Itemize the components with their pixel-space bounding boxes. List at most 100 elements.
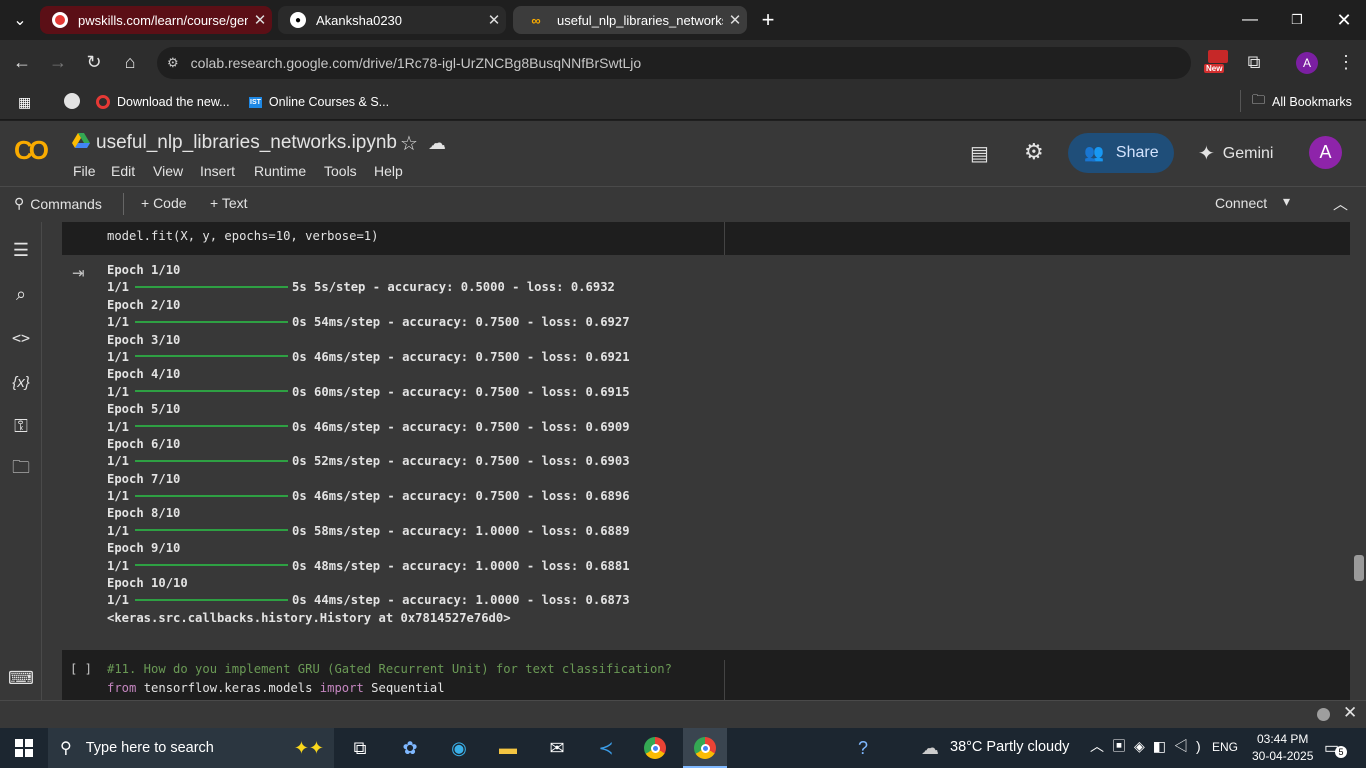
menu-runtime[interactable]: Runtime bbox=[254, 163, 306, 179]
apps-grid-icon[interactable]: ▦ bbox=[18, 94, 31, 111]
browser-menu-icon[interactable]: ⋮ bbox=[1334, 50, 1358, 74]
site-info-icon[interactable]: ⚙ bbox=[167, 55, 179, 71]
share-button[interactable]: 👥 Share bbox=[1068, 133, 1174, 173]
profile-avatar[interactable]: A bbox=[1296, 52, 1318, 74]
code-snippets-icon[interactable]: <> bbox=[8, 325, 34, 351]
chrome-icon bbox=[694, 737, 716, 759]
weather-icon[interactable]: ☁ bbox=[914, 734, 946, 762]
chrome-active-taskbar-item[interactable] bbox=[683, 728, 727, 768]
colab-logo[interactable]: CO bbox=[14, 135, 49, 166]
epoch-header-line: Epoch 1/10 bbox=[107, 263, 181, 277]
files-folder-icon[interactable]: 🗀 bbox=[8, 457, 34, 483]
training-progress-line: 1/1 0s 52ms/step - accuracy: 0.7500 - los… bbox=[107, 454, 630, 469]
home-icon[interactable]: ⌂ bbox=[118, 50, 142, 74]
clock[interactable]: 03:44 PM 30-04-2025 bbox=[1252, 732, 1313, 763]
system-tray-icons[interactable]: ︿▣◈◧◁) bbox=[1090, 736, 1209, 756]
weather-text[interactable]: 38°C Partly cloudy bbox=[950, 739, 1069, 755]
bookmark-online-courses[interactable]: IST Online Courses & S... bbox=[249, 92, 389, 112]
edge-icon[interactable]: ◉ bbox=[443, 734, 475, 762]
mail-icon[interactable]: ✉ bbox=[541, 734, 573, 762]
google-drive-icon[interactable] bbox=[72, 133, 90, 151]
code-cell-previous[interactable]: model.fit(X, y, epochs=10, verbose=1) bbox=[62, 222, 1350, 255]
new-tab-button[interactable]: + bbox=[756, 7, 780, 32]
notification-icon[interactable]: ▭ 5 bbox=[1324, 738, 1347, 758]
star-icon[interactable]: ☆ bbox=[400, 131, 418, 156]
commands-button[interactable]: ⚲ Commands bbox=[14, 195, 102, 212]
extension-new-icon[interactable]: New bbox=[1204, 50, 1230, 76]
browser-tab[interactable]: pwskills.com/learn/course/gena ✕ bbox=[40, 6, 272, 34]
restore-icon[interactable]: ❐ bbox=[1285, 8, 1309, 32]
menu-edit[interactable]: Edit bbox=[111, 163, 135, 179]
collapse-header-icon[interactable]: ︿ bbox=[1333, 193, 1348, 214]
notebook-scrollbar-thumb[interactable] bbox=[1354, 555, 1364, 581]
colab-toolbar: ⚲ Commands + Code + Text Connect ▾ ︿ bbox=[0, 186, 1366, 222]
epoch-header-line: Epoch 7/10 bbox=[107, 471, 181, 486]
all-bookmarks[interactable]: 🗀 All Bookmarks bbox=[1252, 92, 1352, 112]
find-replace-icon[interactable]: ⌕ bbox=[8, 281, 34, 307]
terminal-icon[interactable]: ⌨ bbox=[8, 665, 34, 691]
add-code-button[interactable]: + Code bbox=[141, 195, 187, 211]
windows-start-icon[interactable] bbox=[8, 734, 40, 762]
colab-icon: ∞ bbox=[531, 12, 541, 28]
connect-button[interactable]: Connect bbox=[1215, 195, 1267, 211]
task-view-icon[interactable]: ⧉ bbox=[344, 734, 376, 762]
search-icon: ⚲ bbox=[14, 195, 25, 211]
tab-title: useful_nlp_libraries_networks.ip bbox=[557, 12, 723, 28]
tab-close-icon[interactable]: ✕ bbox=[482, 11, 506, 29]
cloud-saved-icon[interactable]: ☁ bbox=[428, 133, 446, 154]
menu-help[interactable]: Help bbox=[374, 163, 403, 179]
training-progress-line: 1/1 0s 54ms/step - accuracy: 0.7500 - los… bbox=[107, 315, 630, 330]
opera-icon bbox=[96, 95, 110, 109]
code-cell-gru[interactable]: [ ] #11. How do you implement GRU (Gated… bbox=[62, 650, 1350, 700]
menu-view[interactable]: View bbox=[153, 163, 183, 179]
gemini-button[interactable]: ✦ Gemini bbox=[1198, 141, 1273, 166]
connect-dropdown-icon[interactable]: ▾ bbox=[1283, 193, 1290, 210]
bookmark-download[interactable]: Download the new... bbox=[96, 92, 230, 112]
file-explorer-icon[interactable]: ▬ bbox=[492, 734, 524, 762]
windows-taskbar: ⚲ Type here to search ✦✦ ⧉ ✿ ◉ ▬ ✉ ≺ ? ☁… bbox=[0, 728, 1366, 768]
menu-file[interactable]: File bbox=[73, 163, 96, 179]
run-cell-indicator[interactable]: [ ] bbox=[70, 662, 92, 676]
output-actions-icon[interactable]: ⇥ bbox=[72, 264, 85, 282]
chrome-icon[interactable] bbox=[639, 734, 671, 762]
close-window-icon[interactable]: ✕ bbox=[1332, 8, 1356, 32]
progress-bar bbox=[135, 320, 289, 323]
vscode-icon[interactable]: ≺ bbox=[590, 734, 622, 762]
menu-tools[interactable]: Tools bbox=[324, 163, 357, 179]
user-avatar[interactable]: A bbox=[1309, 136, 1342, 169]
settings-gear-icon[interactable]: ⚙ bbox=[1024, 139, 1044, 165]
language-indicator[interactable]: ENG bbox=[1212, 740, 1238, 754]
secrets-key-icon[interactable]: ⚿ bbox=[8, 413, 34, 439]
tab-search-chevron-icon[interactable]: ⌄ bbox=[8, 8, 32, 32]
reload-icon[interactable]: ↻ bbox=[82, 50, 106, 74]
progress-bar bbox=[135, 564, 289, 567]
table-of-contents-icon[interactable]: ☰ bbox=[8, 237, 34, 263]
back-icon[interactable]: ← bbox=[10, 50, 34, 74]
extensions-icon[interactable]: ⧉ bbox=[1242, 50, 1266, 74]
browser-tab[interactable]: ● Akanksha0230 ✕ bbox=[278, 6, 506, 34]
training-progress-line: 1/1 0s 46ms/step - accuracy: 0.7500 - los… bbox=[107, 489, 630, 504]
copilot-icon[interactable]: ✿ bbox=[394, 734, 426, 762]
pwskills-icon bbox=[52, 12, 68, 28]
training-progress-line: 1/1 0s 46ms/step - accuracy: 0.7500 - los… bbox=[107, 349, 630, 364]
tab-close-icon[interactable]: ✕ bbox=[248, 11, 272, 29]
all-bookmarks-label: All Bookmarks bbox=[1272, 95, 1352, 109]
comments-icon[interactable]: ▤ bbox=[970, 141, 989, 166]
ist-icon: IST bbox=[249, 96, 262, 108]
minimize-icon[interactable]: — bbox=[1238, 8, 1262, 32]
notification-count: 5 bbox=[1335, 746, 1347, 758]
menu-insert[interactable]: Insert bbox=[200, 163, 235, 179]
tab-close-icon[interactable]: ✕ bbox=[723, 11, 747, 29]
taskbar-search-box[interactable]: ⚲ Type here to search ✦✦ bbox=[48, 728, 334, 768]
notebook-title[interactable]: useful_nlp_libraries_networks.ipynb bbox=[96, 132, 397, 154]
variables-icon[interactable]: {x} bbox=[8, 369, 34, 395]
add-text-button[interactable]: + Text bbox=[210, 195, 248, 211]
browser-tab[interactable]: ∞ useful_nlp_libraries_networks.ip✕ bbox=[513, 6, 747, 34]
help-icon[interactable]: ? bbox=[847, 734, 879, 762]
address-bar[interactable]: ⚙ colab.research.google.com/drive/1Rc78-… bbox=[157, 47, 1191, 79]
training-progress-line: 1/1 0s 60ms/step - accuracy: 0.7500 - los… bbox=[107, 384, 630, 399]
forward-icon[interactable]: → bbox=[46, 50, 70, 74]
colab-sidebar: ☰ ⌕ <> {x} ⚿ 🗀 ⌨ bbox=[0, 222, 42, 700]
globe-icon[interactable] bbox=[64, 93, 80, 109]
close-status-icon[interactable]: ✕ bbox=[1343, 703, 1357, 723]
